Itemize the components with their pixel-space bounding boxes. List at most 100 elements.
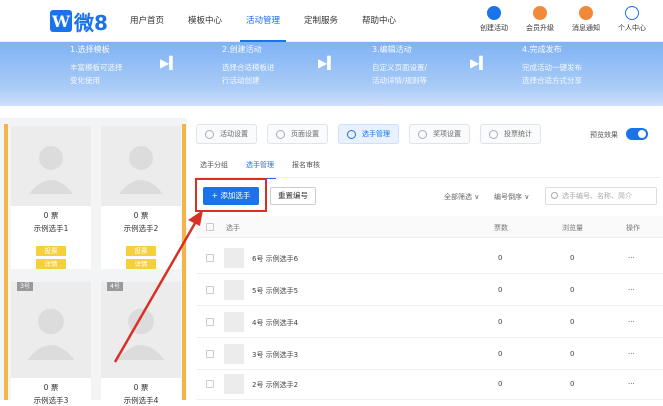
personal-center-button[interactable]: 个人中心 (609, 4, 655, 33)
step-title: 2.创建活动 (222, 45, 262, 54)
step-arrow-icon: ▶▍ (318, 56, 337, 70)
award-icon (418, 129, 427, 139)
preview-border (4, 124, 8, 400)
user-icon (625, 6, 639, 20)
order-filter-dropdown[interactable]: 编号倒序 ∨ (494, 192, 529, 202)
more-actions-icon[interactable]: ··· (628, 350, 635, 358)
search-placeholder: 选手编号、名称、简介 (562, 192, 632, 200)
tab-label: 投票统计 (504, 130, 532, 138)
tab-page-settings[interactable]: 页面设置 (267, 124, 328, 144)
notifications-button[interactable]: 消息通知 (563, 4, 609, 33)
player-name: 6号 示例选手6 (252, 255, 299, 263)
row-checkbox[interactable] (206, 350, 214, 358)
notifications-label: 消息通知 (572, 24, 600, 32)
steps-banner: 1.选择模板 丰富模板可选择 变化使用 ▶▍ 2.创建活动 选择合适模板进 行活… (0, 42, 663, 106)
card-votes: 0 票 (133, 383, 149, 392)
card-name: 示例选手1 (33, 224, 69, 233)
step-4: 4.完成发布 完成活动一键发布 选择合适方式分享 (522, 42, 652, 87)
avatar-placeholder-icon (101, 126, 181, 206)
subtab-player-management[interactable]: 选手管理 (244, 160, 276, 179)
nav-custom-service[interactable]: 定制服务 (292, 0, 350, 42)
vote-button[interactable]: 投票 (126, 246, 156, 256)
preview-border (182, 124, 186, 400)
logo[interactable]: W 微8 (50, 8, 108, 35)
header-views: 浏览量 (562, 224, 583, 232)
header-player: 选手 (226, 224, 240, 232)
more-actions-icon[interactable]: ··· (628, 254, 635, 262)
step-1: 1.选择模板 丰富模板可选择 变化使用 (70, 42, 200, 87)
player-name: 2号 示例选手2 (252, 381, 299, 389)
subtab-registration-review[interactable]: 报名审核 (292, 160, 320, 174)
crown-icon (533, 6, 547, 20)
more-actions-icon[interactable]: ··· (628, 286, 635, 294)
tab-label: 奖项设置 (433, 130, 461, 138)
player-name: 4号 示例选手4 (252, 319, 299, 327)
reset-numbers-button[interactable]: 重置编号 (270, 187, 316, 205)
avatar-placeholder-icon: 3号 (11, 282, 91, 378)
subtab-groups[interactable]: 选手分组 (200, 160, 228, 174)
avatar (224, 344, 244, 364)
table-header: 选手 票数 浏览量 操作 (196, 216, 663, 238)
step-title: 4.完成发布 (522, 45, 562, 54)
details-button[interactable]: 详情 (126, 259, 156, 269)
table-row[interactable]: 5号 示例选手5 0 0 ··· (196, 274, 663, 306)
settings-tabs: 活动设置 页面设置 选手管理 奖项设置 投票统计 (196, 124, 551, 144)
highlight-box (195, 178, 267, 212)
card-votes: 0 票 (43, 383, 59, 392)
card-name: 示例选手2 (123, 224, 159, 233)
step-desc: 丰富模板可选择 变化使用 (70, 63, 123, 85)
preview-card: 0 票 示例选手1 投票 详情 (11, 126, 91, 269)
more-actions-icon[interactable]: ··· (628, 318, 635, 326)
tab-vote-statistics[interactable]: 投票统计 (480, 124, 541, 144)
player-views: 0 (570, 254, 575, 262)
nav-activity-management[interactable]: 活动管理 (234, 0, 292, 42)
details-button[interactable]: 详情 (36, 259, 66, 269)
member-upgrade-button[interactable]: 会员升级 (517, 4, 563, 33)
all-filter-dropdown[interactable]: 全部筛选 ∨ (444, 192, 479, 202)
player-views: 0 (570, 350, 575, 358)
more-actions-icon[interactable]: ··· (628, 380, 635, 388)
player-votes: 0 (498, 350, 503, 358)
step-arrow-icon: ▶▍ (470, 56, 489, 70)
player-name: 3号 示例选手3 (252, 351, 299, 359)
player-name: 5号 示例选手5 (252, 287, 299, 295)
player-views: 0 (570, 318, 575, 326)
player-views: 0 (570, 286, 575, 294)
tab-activity-settings[interactable]: 活动设置 (196, 124, 257, 144)
preview-card: 3号 0 票 示例选手3 (11, 282, 91, 406)
tab-label: 选手管理 (362, 130, 390, 138)
nav-templates[interactable]: 模板中心 (176, 0, 234, 42)
avatar-placeholder-icon: 4号 (101, 282, 181, 378)
tab-awards-settings[interactable]: 奖项设置 (409, 124, 470, 144)
card-votes: 0 票 (133, 211, 149, 220)
settings-icon (205, 129, 214, 139)
nav-home[interactable]: 用户首页 (118, 0, 176, 42)
nav-help-center[interactable]: 帮助中心 (350, 0, 408, 42)
avatar (224, 312, 244, 332)
row-checkbox[interactable] (206, 380, 214, 388)
step-title: 1.选择模板 (70, 45, 110, 54)
member-upgrade-label: 会员升级 (526, 24, 554, 32)
star-icon (487, 6, 501, 20)
create-activity-label: 创建活动 (480, 24, 508, 32)
avatar (224, 280, 244, 300)
search-input[interactable]: 选手编号、名称、简介 (545, 187, 657, 205)
sub-tabs: 选手分组 选手管理 报名审核 (200, 160, 338, 179)
row-checkbox[interactable] (206, 286, 214, 294)
create-activity-button[interactable]: 创建活动 (471, 4, 517, 33)
tab-player-management[interactable]: 选手管理 (338, 124, 399, 144)
row-checkbox[interactable] (206, 254, 214, 262)
table-row[interactable]: 3号 示例选手3 0 0 ··· (196, 338, 663, 370)
preview-toggle[interactable] (626, 128, 648, 140)
preview-card: 4号 0 票 示例选手4 (101, 282, 181, 406)
vote-button[interactable]: 投票 (36, 246, 66, 256)
table-row[interactable]: 6号 示例选手6 0 0 ··· (196, 242, 663, 274)
table-row[interactable]: 2号 示例选手2 0 0 ··· (196, 368, 663, 400)
select-all-checkbox[interactable] (206, 223, 214, 231)
preview-label: 预览效果 (590, 131, 618, 139)
step-arrow-icon: ▶▍ (160, 56, 179, 70)
row-checkbox[interactable] (206, 318, 214, 326)
tab-label: 页面设置 (291, 130, 319, 138)
search-icon (551, 192, 558, 199)
table-row[interactable]: 4号 示例选手4 0 0 ··· (196, 306, 663, 338)
